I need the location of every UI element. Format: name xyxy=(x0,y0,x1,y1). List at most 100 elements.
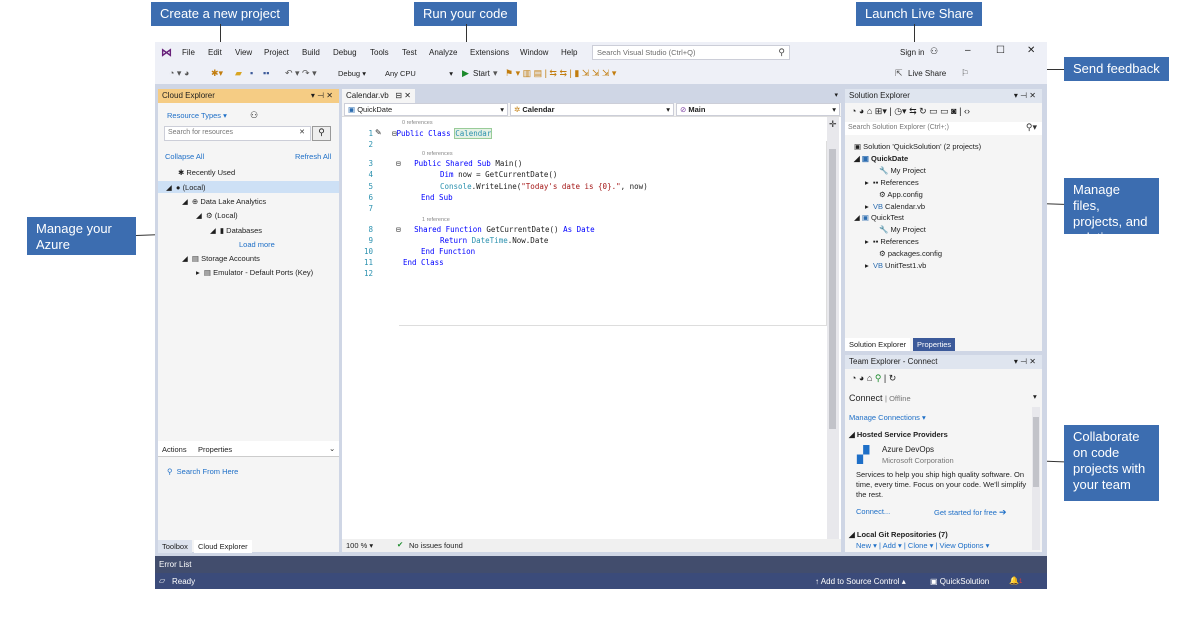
pane-options-icon[interactable]: ▾ ⊣ ✕ xyxy=(311,91,333,100)
tree-references-2[interactable]: ▸ ▪▪ References xyxy=(865,237,919,246)
sign-in-link[interactable]: Sign in xyxy=(900,48,924,57)
team-scrollbar[interactable] xyxy=(1032,407,1040,550)
menu-tools[interactable]: Tools xyxy=(370,48,389,57)
solution-search-input[interactable]: Search Solution Explorer (Ctrl+;) ⚲▾ xyxy=(845,122,1042,135)
tab-toolbox[interactable]: Toolbox xyxy=(158,540,192,553)
tree-my-project-2[interactable]: 🔧 My Project xyxy=(879,225,926,234)
menu-view[interactable]: View xyxy=(235,48,252,57)
menu-project[interactable]: Project xyxy=(264,48,289,57)
error-list-tab[interactable]: Error List xyxy=(159,560,191,569)
collapse-all-link[interactable]: Collapse All xyxy=(165,152,204,161)
tree-item-recently-used[interactable]: ✱ Recently Used xyxy=(178,168,235,177)
menu-test[interactable]: Test xyxy=(402,48,417,57)
start-icon[interactable]: ▶ xyxy=(462,68,469,79)
tree-quicktest[interactable]: ◢ ▣ QuickTest xyxy=(854,213,904,222)
tree-references[interactable]: ▸ ▪▪ References xyxy=(865,178,919,187)
start-dropdown-icon[interactable]: ▾ xyxy=(493,68,498,79)
get-started-link[interactable]: Get started for free ➔ xyxy=(934,507,1007,518)
tree-item-emulator[interactable]: ▸ ▤ Emulator - Default Ports (Key) xyxy=(196,268,313,277)
undo-icon[interactable]: ↶ ▾ ↷ ▾ xyxy=(285,68,317,79)
back-icon[interactable]: ◔ ▾ ◕ xyxy=(169,68,189,79)
menu-window[interactable]: Window xyxy=(520,48,548,57)
tab-properties[interactable]: Properties xyxy=(198,445,232,454)
tree-item-data-lake[interactable]: ◢ ⊕ Data Lake Analytics xyxy=(182,197,266,206)
tree-solution[interactable]: ▣ Solution 'QuickSolution' (2 projects) xyxy=(854,142,981,151)
tab-list-icon[interactable]: ▾ xyxy=(834,91,838,99)
tab-actions[interactable]: Actions xyxy=(162,445,187,454)
search-input[interactable]: Search Visual Studio (Ctrl+Q) ⚲ xyxy=(592,45,790,60)
tab-cloud-explorer[interactable]: Cloud Explorer xyxy=(194,540,252,553)
load-more-link[interactable]: Load more xyxy=(239,240,275,249)
clear-icon[interactable]: ✕ xyxy=(299,128,305,136)
team-toolbar-icons[interactable]: ◔ ◕ ⌂ ⚲ | ↻ xyxy=(851,373,896,384)
pane-options-icon[interactable]: ▾ ⊣ ✕ xyxy=(1014,357,1036,366)
resource-types-dropdown[interactable]: Resource Types ▾ xyxy=(167,111,227,120)
manage-connections-link[interactable]: Manage Connections ▾ xyxy=(849,413,926,422)
source-control-button[interactable]: ↑ Add to Source Control ▴ xyxy=(815,577,906,586)
search-icon[interactable]: ⚲▾ xyxy=(1026,122,1037,133)
tree-my-project[interactable]: 🔧 My Project xyxy=(879,166,926,175)
resource-search-button[interactable]: ⚲ xyxy=(312,126,331,141)
new-project-icon[interactable]: ✱▾ xyxy=(211,68,223,79)
minimize-button[interactable]: – xyxy=(965,45,971,56)
solution-toolbar-icons[interactable]: ◔ ◕ ⌂ ⊞▾ | ◷▾ ⇆ ↻ ▭ ▭ ◙ | ‹› xyxy=(851,106,970,117)
tree-item-storage[interactable]: ◢ ▤ Storage Accounts xyxy=(182,254,260,263)
maximize-button[interactable]: ☐ xyxy=(996,45,1005,56)
tree-app-config[interactable]: ⚙ App.config xyxy=(879,190,923,199)
tab-close-icon[interactable]: ⊟ ✕ xyxy=(395,91,411,100)
editor-area[interactable]: ▣ QuickDate ▾ ✲ Calendar ▾ ⊘ Main ▾ 1 2 3 4… xyxy=(342,103,841,539)
pane-options-icon[interactable]: ▾ ⊣ ✕ xyxy=(1014,91,1036,100)
nav-member-select[interactable]: ⊘ Main ▾ xyxy=(676,103,840,116)
tree-item-databases[interactable]: ◢ ▮ Databases xyxy=(210,226,262,235)
tree-quickdate[interactable]: ◢ ▣ QuickDate xyxy=(854,154,908,163)
live-share-icon[interactable]: ⇱ xyxy=(895,68,903,79)
close-button[interactable]: ✕ xyxy=(1027,45,1035,56)
team-scroll-thumb[interactable] xyxy=(1033,417,1039,487)
nav-class-select[interactable]: ✲ Calendar ▾ xyxy=(510,103,674,116)
notifications-icon[interactable]: 🔔1 xyxy=(1009,576,1022,585)
codelens-refs-class[interactable]: 0 references xyxy=(402,120,433,126)
tree-item-local-2[interactable]: ◢ ⚙ (Local) xyxy=(196,211,238,220)
platform-select[interactable]: Any CPU ▾ xyxy=(382,67,456,81)
nav-project-select[interactable]: ▣ QuickDate ▾ xyxy=(344,103,508,116)
scroll-thumb[interactable] xyxy=(829,149,836,429)
tree-calendar-vb[interactable]: ▸ VB Calendar.vb xyxy=(865,202,925,211)
menu-analyze[interactable]: Analyze xyxy=(429,48,457,57)
debug-tools-icon[interactable]: ⚑ ▾ ▥ ▤ | ⇆ ⇆ | ▮ ⇲ ⇲ ⇲ ▾ xyxy=(505,68,616,79)
tree-packages-config[interactable]: ⚙ packages.config xyxy=(879,249,942,258)
save-icon[interactable]: ▪ xyxy=(250,68,253,78)
live-share-button[interactable]: Live Share xyxy=(908,69,946,78)
split-icon[interactable]: ✛ xyxy=(829,119,837,130)
issues-status[interactable]: No issues found xyxy=(409,541,463,550)
tree-item-local[interactable]: ◢ ● (Local) xyxy=(166,183,206,192)
connect-link[interactable]: Connect... xyxy=(856,507,890,516)
git-actions[interactable]: New ▾ | Add ▾ | Clone ▾ | View Options ▾ xyxy=(856,541,989,550)
menu-build[interactable]: Build xyxy=(302,48,320,57)
menu-file[interactable]: File xyxy=(182,48,195,57)
save-all-icon[interactable]: ▪▪ xyxy=(263,68,269,78)
chevron-down-icon[interactable]: ⌄ xyxy=(329,444,335,453)
start-button[interactable]: Start xyxy=(473,69,490,78)
tab-se-properties[interactable]: Properties xyxy=(913,338,956,351)
menu-help[interactable]: Help xyxy=(561,48,577,57)
refresh-all-link[interactable]: Refresh All xyxy=(295,152,331,161)
vertical-scrollbar[interactable]: ✛ xyxy=(827,117,839,539)
feedback-icon[interactable]: ⚐ xyxy=(961,68,969,79)
config-select[interactable]: Debug ▾ xyxy=(335,67,377,81)
edit-pencil-icon[interactable]: ✎ xyxy=(375,128,382,137)
menu-debug[interactable]: Debug xyxy=(333,48,357,57)
resource-search-input[interactable]: Search for resources ✕ xyxy=(164,126,311,141)
account-icon[interactable]: ⚇ xyxy=(250,110,258,121)
search-from-here-link[interactable]: ⚲ Search From Here xyxy=(167,467,238,476)
codelens-refs-main[interactable]: 0 references xyxy=(422,151,453,157)
codelens-refs-function[interactable]: 1 reference xyxy=(422,217,450,223)
tree-unittest-vb[interactable]: ▸ VB UnitTest1.vb xyxy=(865,261,926,270)
tab-calendar-vb[interactable]: Calendar.vb ⊟ ✕ xyxy=(342,89,415,103)
solution-status-button[interactable]: ▣ QuickSolution xyxy=(930,577,989,586)
menu-extensions[interactable]: Extensions xyxy=(470,48,509,57)
vs-logo-icon[interactable]: ⋈ xyxy=(161,46,172,59)
user-icon[interactable]: ⚇ xyxy=(930,46,938,57)
tab-solution-explorer[interactable]: Solution Explorer xyxy=(845,338,911,351)
zoom-select[interactable]: 100 % ▾ xyxy=(344,540,382,551)
error-list-bar[interactable]: Error List xyxy=(155,556,1047,573)
